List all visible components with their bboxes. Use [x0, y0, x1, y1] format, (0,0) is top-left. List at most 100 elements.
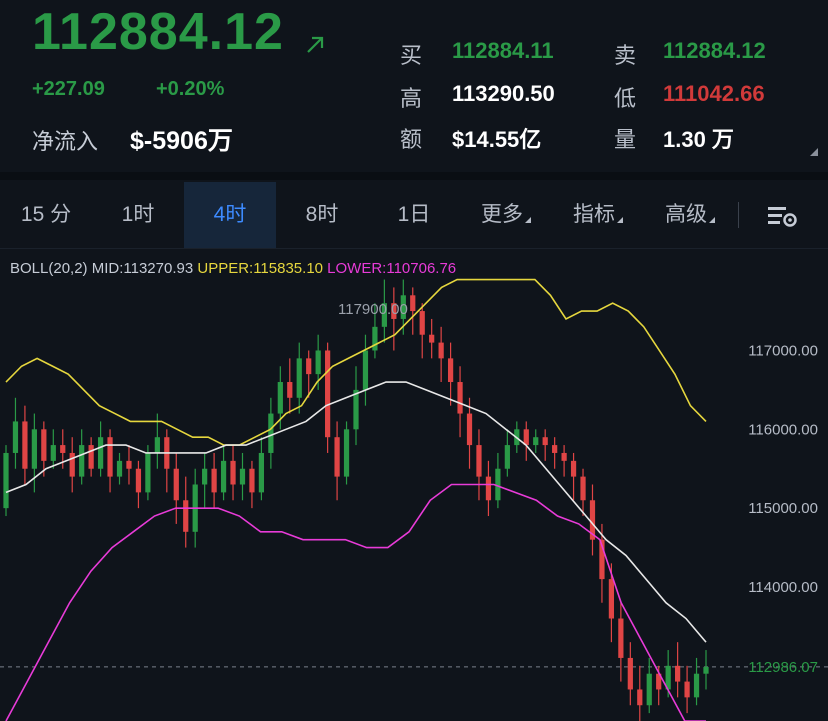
candle-body	[552, 445, 558, 453]
net-inflow-label: 净流入	[32, 129, 99, 154]
volume-label: 量	[614, 127, 637, 152]
candle-body	[154, 437, 160, 453]
volume-value: 1.30 万	[663, 127, 734, 152]
dropdown-triangle-icon	[525, 217, 531, 223]
tab-15m[interactable]: 15 分	[0, 182, 92, 248]
tab-label: 4时	[213, 203, 247, 226]
high-value: 113290.50	[452, 81, 555, 106]
candle-body	[3, 452, 9, 509]
candle-body	[88, 445, 94, 469]
candle-body	[618, 618, 624, 658]
buy-value: 112884.11	[452, 38, 554, 63]
tab-indicators[interactable]: 指标	[552, 182, 644, 248]
candle-body	[523, 429, 529, 446]
y-tick-label: 114000.00	[748, 579, 818, 596]
candle-body	[183, 500, 189, 532]
y-tick-label: 117000.00	[748, 342, 818, 359]
candle-body	[60, 445, 66, 453]
timeframe-tabs: 15 分 1时 4时 8时 1日 更多 指标 高级	[0, 182, 828, 249]
candle-body	[447, 358, 454, 383]
candle-body	[211, 468, 217, 493]
candle-body	[353, 389, 359, 430]
max-price-label: 117900.00	[338, 301, 408, 318]
amount-label: 额	[400, 127, 423, 152]
candle-body	[362, 350, 369, 390]
candle-body	[476, 445, 482, 477]
candle-body	[485, 476, 492, 501]
candle-body	[277, 382, 283, 414]
candlestick-chart[interactable]: 117000.00 116000.00 115000.00 114000.00 1129…	[0, 248, 828, 721]
sell-label: 卖	[614, 43, 637, 68]
tab-separator	[738, 202, 739, 228]
net-inflow-value: $-5906万	[130, 127, 233, 155]
tab-advanced[interactable]: 高级	[644, 182, 736, 248]
change-amount: +227.09	[32, 78, 105, 100]
candle-body	[306, 358, 312, 375]
tab-label: 1日	[397, 203, 431, 226]
tab-8h[interactable]: 8时	[276, 182, 368, 248]
chart-settings-icon[interactable]	[766, 203, 798, 229]
candle-body	[372, 326, 378, 351]
last-price: 112884.12	[32, 3, 284, 61]
tab-4h[interactable]: 4时	[184, 182, 276, 248]
candle-body	[315, 350, 321, 375]
candle-body	[287, 382, 293, 398]
candle-body	[334, 437, 340, 477]
candle-body	[107, 437, 113, 477]
tab-label: 8时	[305, 203, 339, 226]
candle-body	[126, 460, 132, 469]
expand-corner-icon[interactable]	[810, 148, 818, 156]
quote-header: 112884.12 +227.09 +0.20% 净流入 $-5906万 买 1…	[0, 0, 828, 172]
candle-body	[637, 689, 643, 706]
candle-body	[504, 445, 510, 469]
candle-body	[12, 421, 19, 453]
candle-body	[97, 437, 104, 469]
candle-body	[116, 460, 123, 477]
candle-body	[50, 445, 56, 461]
candle-body	[419, 311, 425, 335]
tab-label: 1时	[121, 203, 155, 226]
tab-1d[interactable]: 1日	[368, 182, 460, 248]
current-price-label: 112986.07	[748, 659, 818, 676]
low-label: 低	[614, 86, 637, 111]
tab-label: 高级	[665, 203, 707, 226]
section-divider	[0, 172, 828, 180]
tab-label: 15 分	[20, 203, 72, 226]
candle-body	[693, 673, 700, 698]
amount-value: $14.55亿	[452, 127, 542, 152]
candle-body	[429, 334, 435, 343]
candle-body	[580, 476, 586, 501]
candle-body	[258, 452, 265, 493]
candle-body	[646, 673, 652, 706]
candle-body	[220, 460, 227, 493]
candle-body	[627, 657, 633, 690]
candle-body	[608, 579, 615, 619]
candle-body	[79, 445, 85, 477]
tab-more[interactable]: 更多	[460, 182, 552, 248]
candle-body	[457, 382, 463, 414]
tab-label: 指标	[573, 203, 615, 226]
candle-body	[684, 681, 690, 698]
candle-body	[570, 460, 577, 477]
candle-body	[325, 350, 331, 438]
candle-body	[230, 460, 236, 485]
candle-body	[268, 413, 274, 453]
candle-body	[135, 468, 142, 493]
candle-body	[438, 342, 444, 359]
candle-body	[410, 295, 416, 312]
tab-1h[interactable]: 1时	[92, 182, 184, 248]
buy-label: 买	[400, 43, 423, 68]
candle-body	[173, 468, 179, 501]
sell-value: 112884.12	[663, 38, 766, 63]
candle-body	[533, 437, 539, 446]
candle-body	[343, 429, 350, 477]
lower-band-line	[5, 483, 706, 721]
candle-body	[239, 468, 246, 485]
candle-body	[466, 413, 473, 446]
candle-body	[561, 452, 567, 461]
arrow-up-right-icon	[307, 36, 324, 53]
candle-body	[69, 452, 75, 477]
candle-body	[22, 421, 28, 469]
candle-body	[542, 437, 548, 446]
dropdown-triangle-icon	[617, 217, 623, 223]
